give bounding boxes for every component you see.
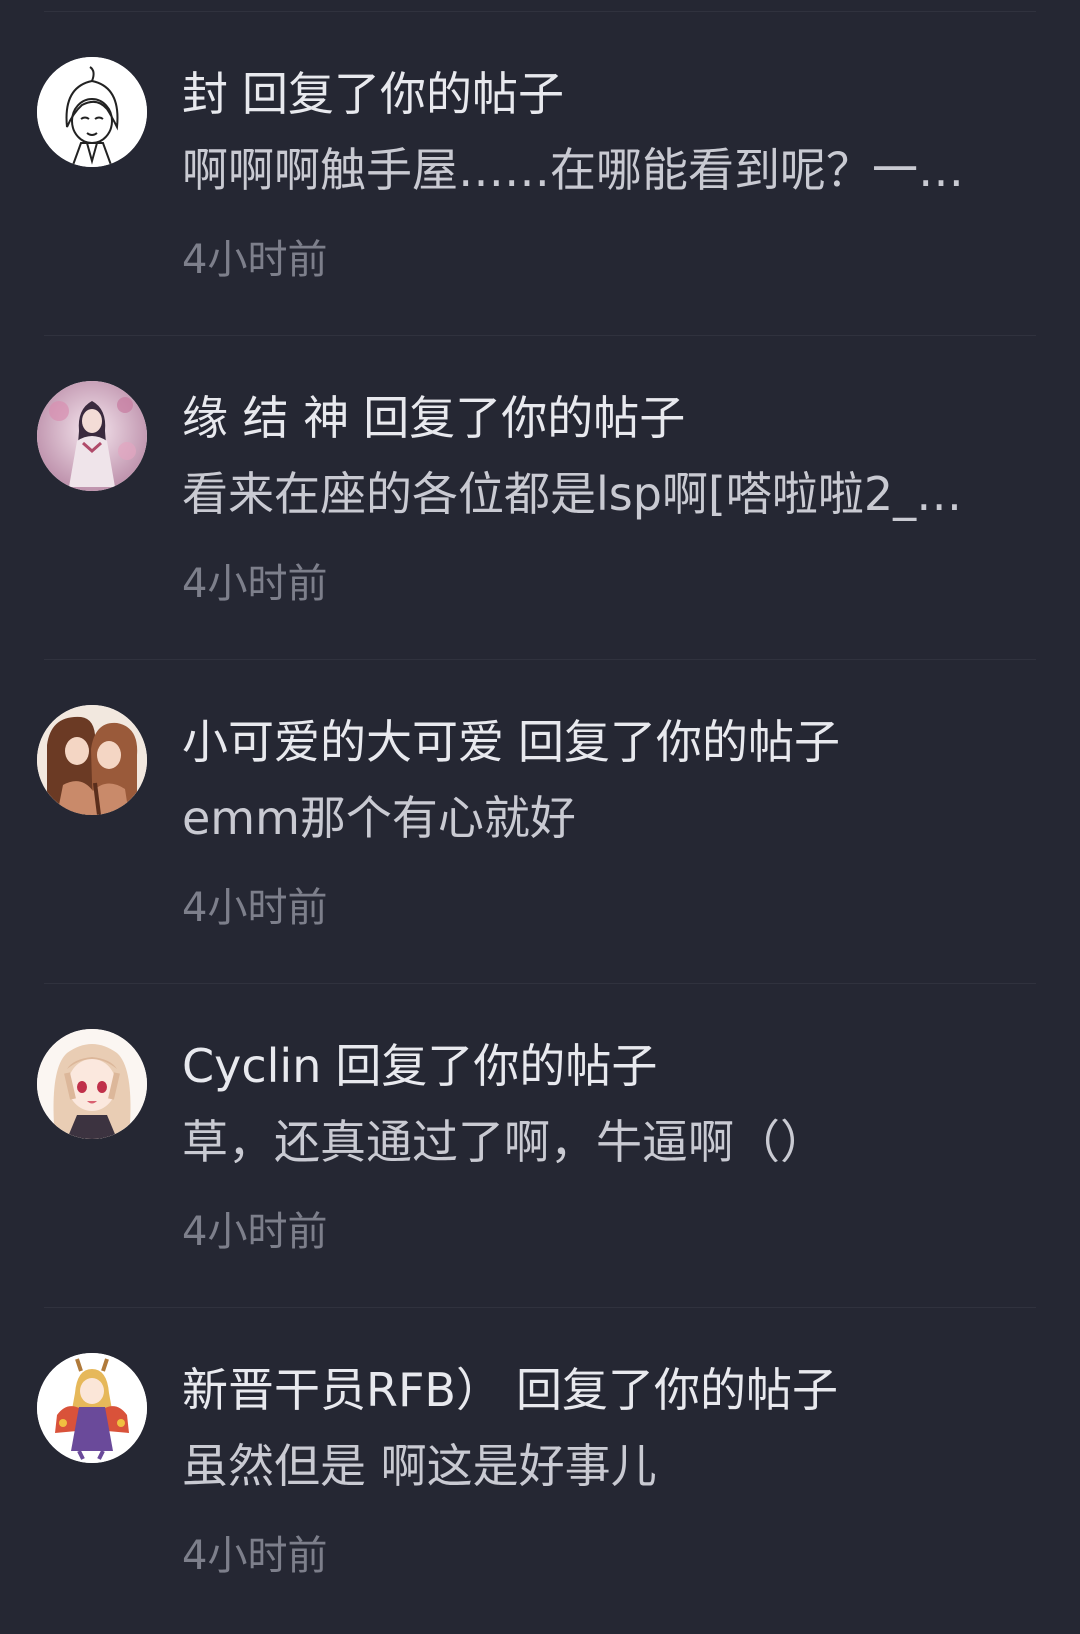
action-text: 回复了你的帖子 [335, 1039, 658, 1093]
timestamp: 4小时前 [182, 1533, 328, 1579]
notification-item[interactable]: 新晋干员RFB） 回复了你的帖子 虽然但是 啊这是好事儿 4小时前 [0, 1308, 1080, 1632]
avatar[interactable] [37, 1353, 147, 1463]
action-text: 回复了你的帖子 [363, 391, 686, 445]
timestamp: 4小时前 [182, 885, 328, 931]
notification-item[interactable]: 封回复了你的帖子 啊啊啊触手屋……在哪能看到呢？一… 4小时前 [0, 12, 1080, 336]
notification-item[interactable]: Cyclin 回复了你的帖子 草，还真通过了啊，牛逼啊（） 4小时前 [0, 984, 1080, 1308]
username[interactable]: 小可爱的大可爱 [182, 715, 504, 769]
notification-title[interactable]: Cyclin 回复了你的帖子 [182, 1036, 657, 1096]
couple-avatar-icon [37, 705, 147, 815]
action-text: 回复了你的帖子 [515, 1363, 838, 1417]
shrine-girl-avatar-icon [37, 381, 147, 491]
username[interactable]: Cyclin [182, 1039, 321, 1093]
sketch-girl-avatar-icon [37, 57, 147, 167]
reply-preview[interactable]: 虽然但是 啊这是好事儿 [182, 1436, 1012, 1496]
timestamp: 4小时前 [182, 237, 328, 283]
notification-title[interactable]: 新晋干员RFB） 回复了你的帖子 [182, 1360, 838, 1420]
reply-preview[interactable]: 啊啊啊触手屋……在哪能看到呢？一… [182, 140, 1012, 200]
avatar[interactable] [37, 1029, 147, 1139]
avatar[interactable] [37, 381, 147, 491]
notification-list: 封回复了你的帖子 啊啊啊触手屋……在哪能看到呢？一… 4小时前 缘 结 神 回复… [0, 12, 1080, 1632]
notification-title[interactable]: 小可爱的大可爱 回复了你的帖子 [182, 712, 840, 772]
reply-preview[interactable]: 草，还真通过了啊，牛逼啊（） [182, 1112, 1012, 1172]
notification-item[interactable]: 缘 结 神回复了你的帖子 看来在座的各位都是lsp啊[嗒啦啦2_… 4小时前 [0, 336, 1080, 660]
timestamp: 4小时前 [182, 561, 328, 607]
action-text: 回复了你的帖子 [242, 67, 564, 121]
reply-preview[interactable]: 看来在座的各位都是lsp啊[嗒啦啦2_… [182, 464, 1012, 524]
reply-preview[interactable]: emm那个有心就好 [182, 788, 1012, 848]
oni-girl-avatar-icon [37, 1353, 147, 1463]
notification-title[interactable]: 缘 结 神回复了你的帖子 [182, 388, 685, 448]
notification-item[interactable]: 小可爱的大可爱 回复了你的帖子 emm那个有心就好 4小时前 [0, 660, 1080, 984]
notification-title[interactable]: 封回复了你的帖子 [182, 64, 564, 124]
username[interactable]: 缘 结 神 [182, 391, 349, 445]
username[interactable]: 封 [182, 67, 228, 121]
timestamp: 4小时前 [182, 1209, 328, 1255]
blonde-girl-avatar-icon [37, 1029, 147, 1139]
action-text: 回复了你的帖子 [518, 715, 840, 769]
username[interactable]: 新晋干员RFB） [182, 1363, 502, 1417]
avatar[interactable] [37, 57, 147, 167]
avatar[interactable] [37, 705, 147, 815]
